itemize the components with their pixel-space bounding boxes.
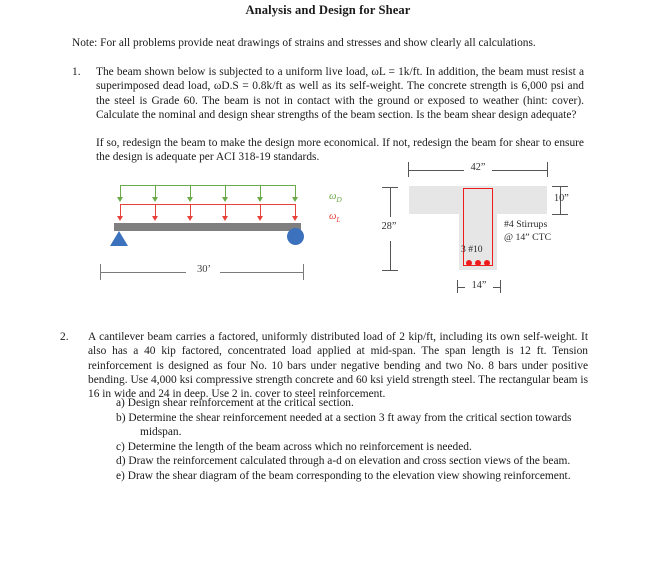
total-depth-label: 28”	[381, 221, 397, 232]
pin-support-icon	[110, 231, 128, 246]
span-dimension-label: 30’	[196, 264, 212, 275]
flange-width-label: 42”	[470, 162, 486, 173]
live-load-line	[120, 204, 295, 205]
web-width-dimension: 14”	[457, 280, 501, 294]
subitem-c: c) Determine the length of the beam acro…	[116, 440, 588, 455]
dead-load-label: ωD	[329, 191, 342, 205]
total-depth-dimension: 28”	[374, 187, 404, 271]
stirrup-label-line1: #4 Stirrups	[504, 219, 548, 230]
document-page: Analysis and Design for Shear Note: For …	[0, 0, 656, 564]
problem-2-text: A cantilever beam carries a factored, un…	[88, 331, 588, 401]
roller-support-icon	[287, 228, 304, 245]
dead-load-line	[120, 185, 295, 186]
subitem-d: d) Draw the reinforcement calculated thr…	[116, 454, 588, 469]
rebar-dot	[475, 260, 481, 266]
page-title: Analysis and Design for Shear	[245, 3, 411, 17]
subitem-e: e) Draw the shear diagram of the beam co…	[116, 469, 588, 484]
subitem-c-label: c)	[116, 440, 125, 453]
subitem-a-label: a)	[116, 397, 125, 409]
problem-2-subitems: a) Design shear reinforcement at the cri…	[116, 396, 588, 484]
subitem-a: a) Design shear reinforcement at the cri…	[116, 396, 588, 411]
flange-depth-dimension: 10”	[550, 186, 578, 216]
beam-elevation-figure: 30’ ωD ωL	[86, 178, 342, 286]
subitem-d-label: d)	[116, 455, 126, 468]
rebar-label: 3 #10	[461, 244, 483, 255]
web-width-label: 14”	[471, 280, 487, 291]
live-load-label: ωL	[329, 211, 341, 225]
subitem-b-label: b)	[116, 411, 126, 424]
flange-width-dimension: 42”	[408, 162, 548, 178]
cross-section-figure: 42” 3 #10 #4 Stirrups @ 14” CTC 28” 10” …	[370, 160, 620, 310]
note-text: Note: For all problems provide neat draw…	[72, 37, 536, 49]
subitem-b-continued: midspan.	[140, 426, 182, 439]
subitem-b: b) Determine the shear reinforcement nee…	[116, 411, 588, 440]
subitem-d-text: Draw the reinforcement calculated throug…	[128, 455, 571, 468]
subitem-a-text: Design shear reinforcement at the critic…	[127, 397, 354, 409]
stirrup-label-line2: @ 14” CTC	[504, 231, 552, 243]
span-dimension: 30’	[100, 264, 304, 280]
problem-2: 2. A cantilever beam carries a factored,…	[60, 330, 588, 401]
subitem-b-text: Determine the shear reinforcement needed…	[128, 411, 572, 424]
stirrup-label: #4 Stirrups @ 14” CTC	[504, 219, 551, 244]
problem-1-number: 1.	[72, 66, 81, 78]
rebar-dot	[484, 260, 490, 266]
subitem-e-label: e)	[116, 469, 125, 482]
flange-depth-label: 10”	[554, 193, 569, 204]
rebar-dot	[466, 260, 472, 266]
beam-member	[114, 223, 301, 231]
problem-1-text: The beam shown below is subjected to a u…	[96, 66, 584, 121]
subitem-c-text: Determine the length of the beam across …	[127, 440, 472, 453]
problem-2-number: 2.	[60, 331, 69, 343]
subitem-e-text: Draw the shear diagram of the beam corre…	[127, 469, 571, 482]
problem-1: 1. The beam shown below is subjected to …	[72, 65, 584, 122]
